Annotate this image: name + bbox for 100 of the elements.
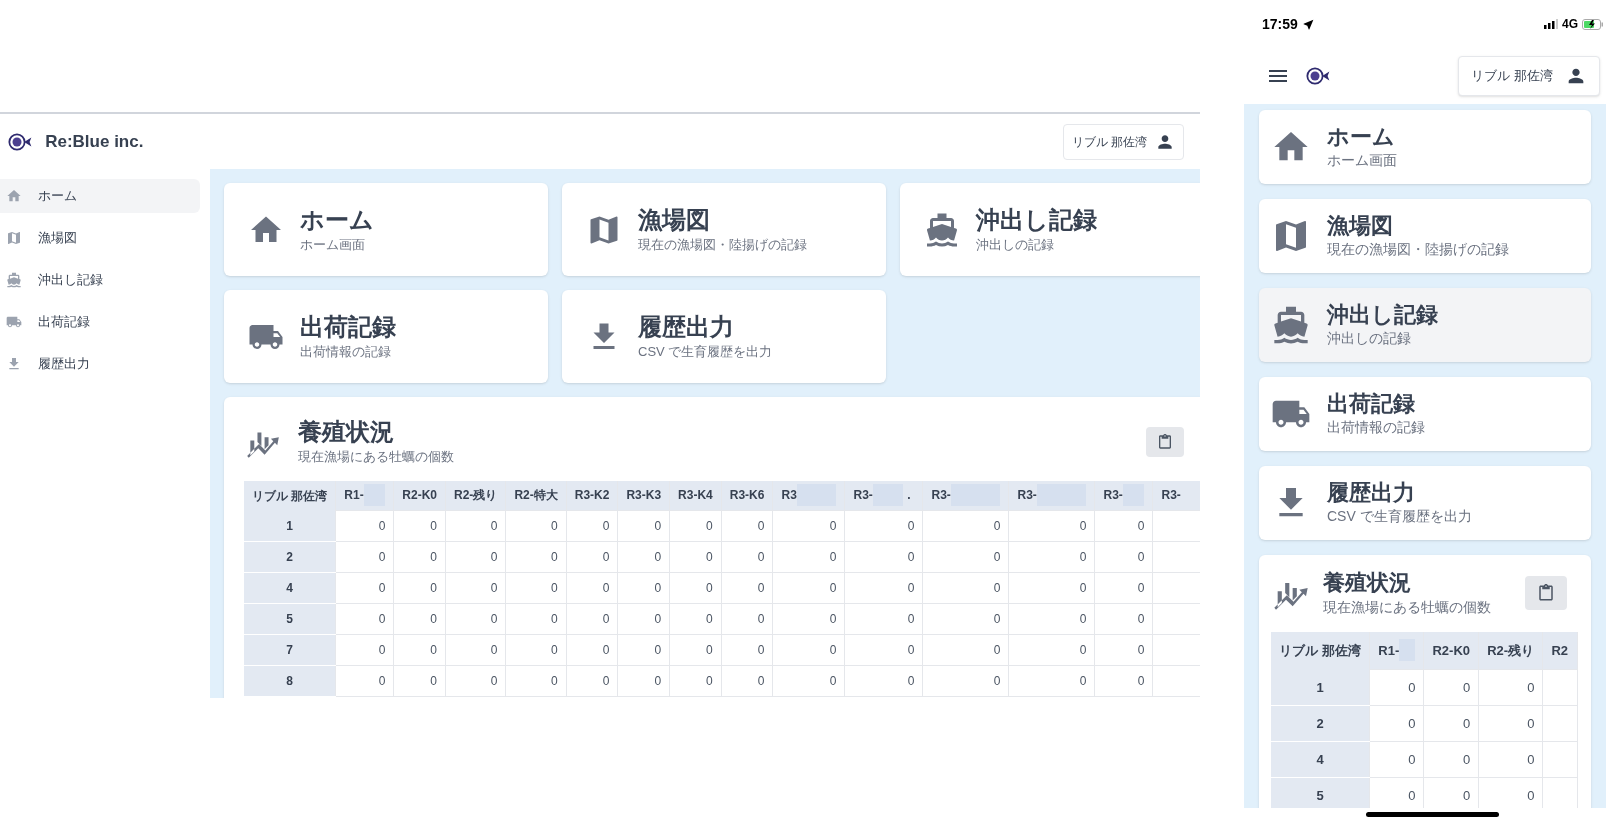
table-cell: 0	[566, 603, 618, 635]
table-cell: 0	[772, 541, 845, 573]
user-button[interactable]: リブル 那佐湾	[1458, 56, 1600, 96]
table-cell: 0	[1478, 705, 1543, 742]
nav-card[interactable]: 履歴出力 CSV で生育履歴を出力	[562, 290, 886, 383]
table-cell: 0	[772, 572, 845, 604]
table-cell: 0	[772, 603, 845, 635]
table-cell: 0	[721, 603, 773, 635]
table-cell: 0	[1008, 665, 1095, 697]
card-subtitle: 出荷情報の記録	[1327, 418, 1425, 438]
table-header-cell: R2-K0	[393, 480, 446, 511]
table-cell: 0	[721, 572, 773, 604]
status-time: 17:59	[1262, 14, 1298, 34]
nav-card[interactable]: 出荷記録 出荷情報の記録	[224, 290, 548, 383]
signal-icon	[1544, 19, 1558, 29]
table-cell: 0	[617, 510, 670, 542]
card-subtitle: CSV で生育履歴を出力	[638, 342, 773, 361]
user-button[interactable]: リブル 那佐湾	[1062, 123, 1184, 160]
card-subtitle: 現在の漁場図・陸揚げの記録	[1327, 240, 1509, 260]
nav-card[interactable]: 漁場図 現在の漁場図・陸揚げの記録	[562, 183, 886, 276]
table-cell: 0	[1423, 741, 1479, 778]
table-header-cell: R1-	[335, 480, 394, 511]
panel-title: 養殖状況	[298, 417, 395, 447]
copy-button[interactable]	[1146, 426, 1184, 457]
table-cell: 0	[1094, 510, 1153, 542]
table-cell: 0	[772, 510, 845, 542]
card-title: ホーム	[1327, 122, 1396, 151]
location-arrow-icon	[1301, 17, 1315, 31]
table-cell: 0	[922, 510, 1009, 542]
table-cell: 0	[721, 510, 773, 542]
table-header-cell: R2-K0	[1423, 631, 1479, 670]
card-title: 履歴出力	[638, 311, 735, 342]
table-cell: 0	[922, 634, 1009, 666]
table-header-cell: R3-	[1094, 480, 1153, 511]
card-subtitle: 沖出しの記録	[1327, 329, 1412, 349]
table-cell: 0	[445, 510, 506, 542]
table-cell: 0	[505, 603, 567, 635]
logo-icon	[8, 132, 34, 151]
row-header-cell: 2	[244, 541, 336, 573]
table-cell: 0	[505, 541, 567, 573]
nav-card[interactable]: ホーム ホーム画面	[1259, 110, 1591, 184]
table-header-cell: R3- .	[844, 480, 923, 511]
nav-card[interactable]: ホーム ホーム画面	[224, 183, 548, 276]
table-header-cell: R3-	[1008, 480, 1095, 511]
table-header-cell: R3-	[1152, 480, 1200, 511]
table-cell: 0	[844, 665, 923, 697]
row-header-cell: 5	[1271, 777, 1370, 808]
table-cell: 0	[1008, 572, 1095, 604]
table-cell: 0	[445, 603, 506, 635]
table-cell: 0	[721, 665, 773, 697]
clipboard-icon	[1537, 584, 1555, 603]
nav-card[interactable]: 履歴出力 CSV で生育履歴を出力	[1259, 466, 1591, 540]
map-icon	[6, 230, 22, 246]
table-cell: 0	[922, 541, 1009, 573]
table-cell: 0	[393, 665, 446, 697]
nav-card[interactable]: 漁場図 現在の漁場図・陸揚げの記録	[1259, 199, 1591, 273]
nav-card[interactable]: 出荷記録 出荷情報の記録	[1259, 377, 1591, 451]
table-header-cell: R1-	[1369, 631, 1424, 670]
table-cell: 0	[922, 572, 1009, 604]
table-cell: 0	[445, 572, 506, 604]
truck-icon	[6, 314, 22, 330]
table-header-cell: R3-	[922, 480, 1009, 511]
table-cell: 0	[1094, 634, 1153, 666]
panel-title: 養殖状況	[1323, 569, 1412, 597]
table-cell: 0	[335, 603, 394, 635]
row-header-cell: 7	[244, 634, 336, 666]
row-header-cell: 8	[244, 665, 336, 697]
clipboard-icon	[1157, 433, 1173, 450]
table-cell: 0	[393, 603, 446, 635]
table-cell: 0	[1369, 669, 1424, 706]
nav-card[interactable]: 沖出し記録 沖出しの記録	[900, 183, 1200, 276]
table-cell: 0	[669, 572, 722, 604]
table-cell: 0	[505, 510, 567, 542]
table-cell: 0	[844, 541, 923, 573]
table-cell: 0	[393, 541, 446, 573]
table-cell: 0	[617, 572, 670, 604]
table-cell: 0	[505, 665, 567, 697]
panel-subtitle: 現在漁場にある牡蠣の個数	[1323, 597, 1491, 617]
nav-card[interactable]: 沖出し記録 沖出しの記録	[1259, 288, 1591, 362]
sidebar-item[interactable]: ホーム	[0, 179, 200, 213]
table-cell: 0	[844, 572, 923, 604]
card-title: 出荷記録	[300, 311, 396, 342]
copy-button[interactable]	[1525, 576, 1567, 611]
table-cell: 0	[669, 510, 722, 542]
logo-icon	[1306, 67, 1332, 85]
card-title: 履歴出力	[1327, 478, 1416, 507]
table-cell: 0	[1008, 603, 1095, 635]
table-cell: 0	[669, 634, 722, 666]
card-title: 漁場図	[1327, 211, 1394, 240]
table-cell: 0	[1094, 665, 1153, 697]
table-header-cell: R3-K6	[721, 480, 773, 511]
table-cell: 0	[393, 572, 446, 604]
card-subtitle: ホーム画面	[300, 235, 366, 254]
table-header-cell: R3-K4	[669, 480, 722, 511]
card-title: 漁場図	[638, 204, 711, 235]
row-header-cell: 2	[1271, 705, 1370, 742]
card-subtitle: 現在の漁場図・陸揚げの記録	[638, 235, 807, 254]
table-cell: 0	[445, 634, 506, 666]
card-subtitle: CSV で生育履歴を出力	[1327, 507, 1472, 527]
table-header-cell: リブル 那佐湾	[244, 480, 336, 511]
